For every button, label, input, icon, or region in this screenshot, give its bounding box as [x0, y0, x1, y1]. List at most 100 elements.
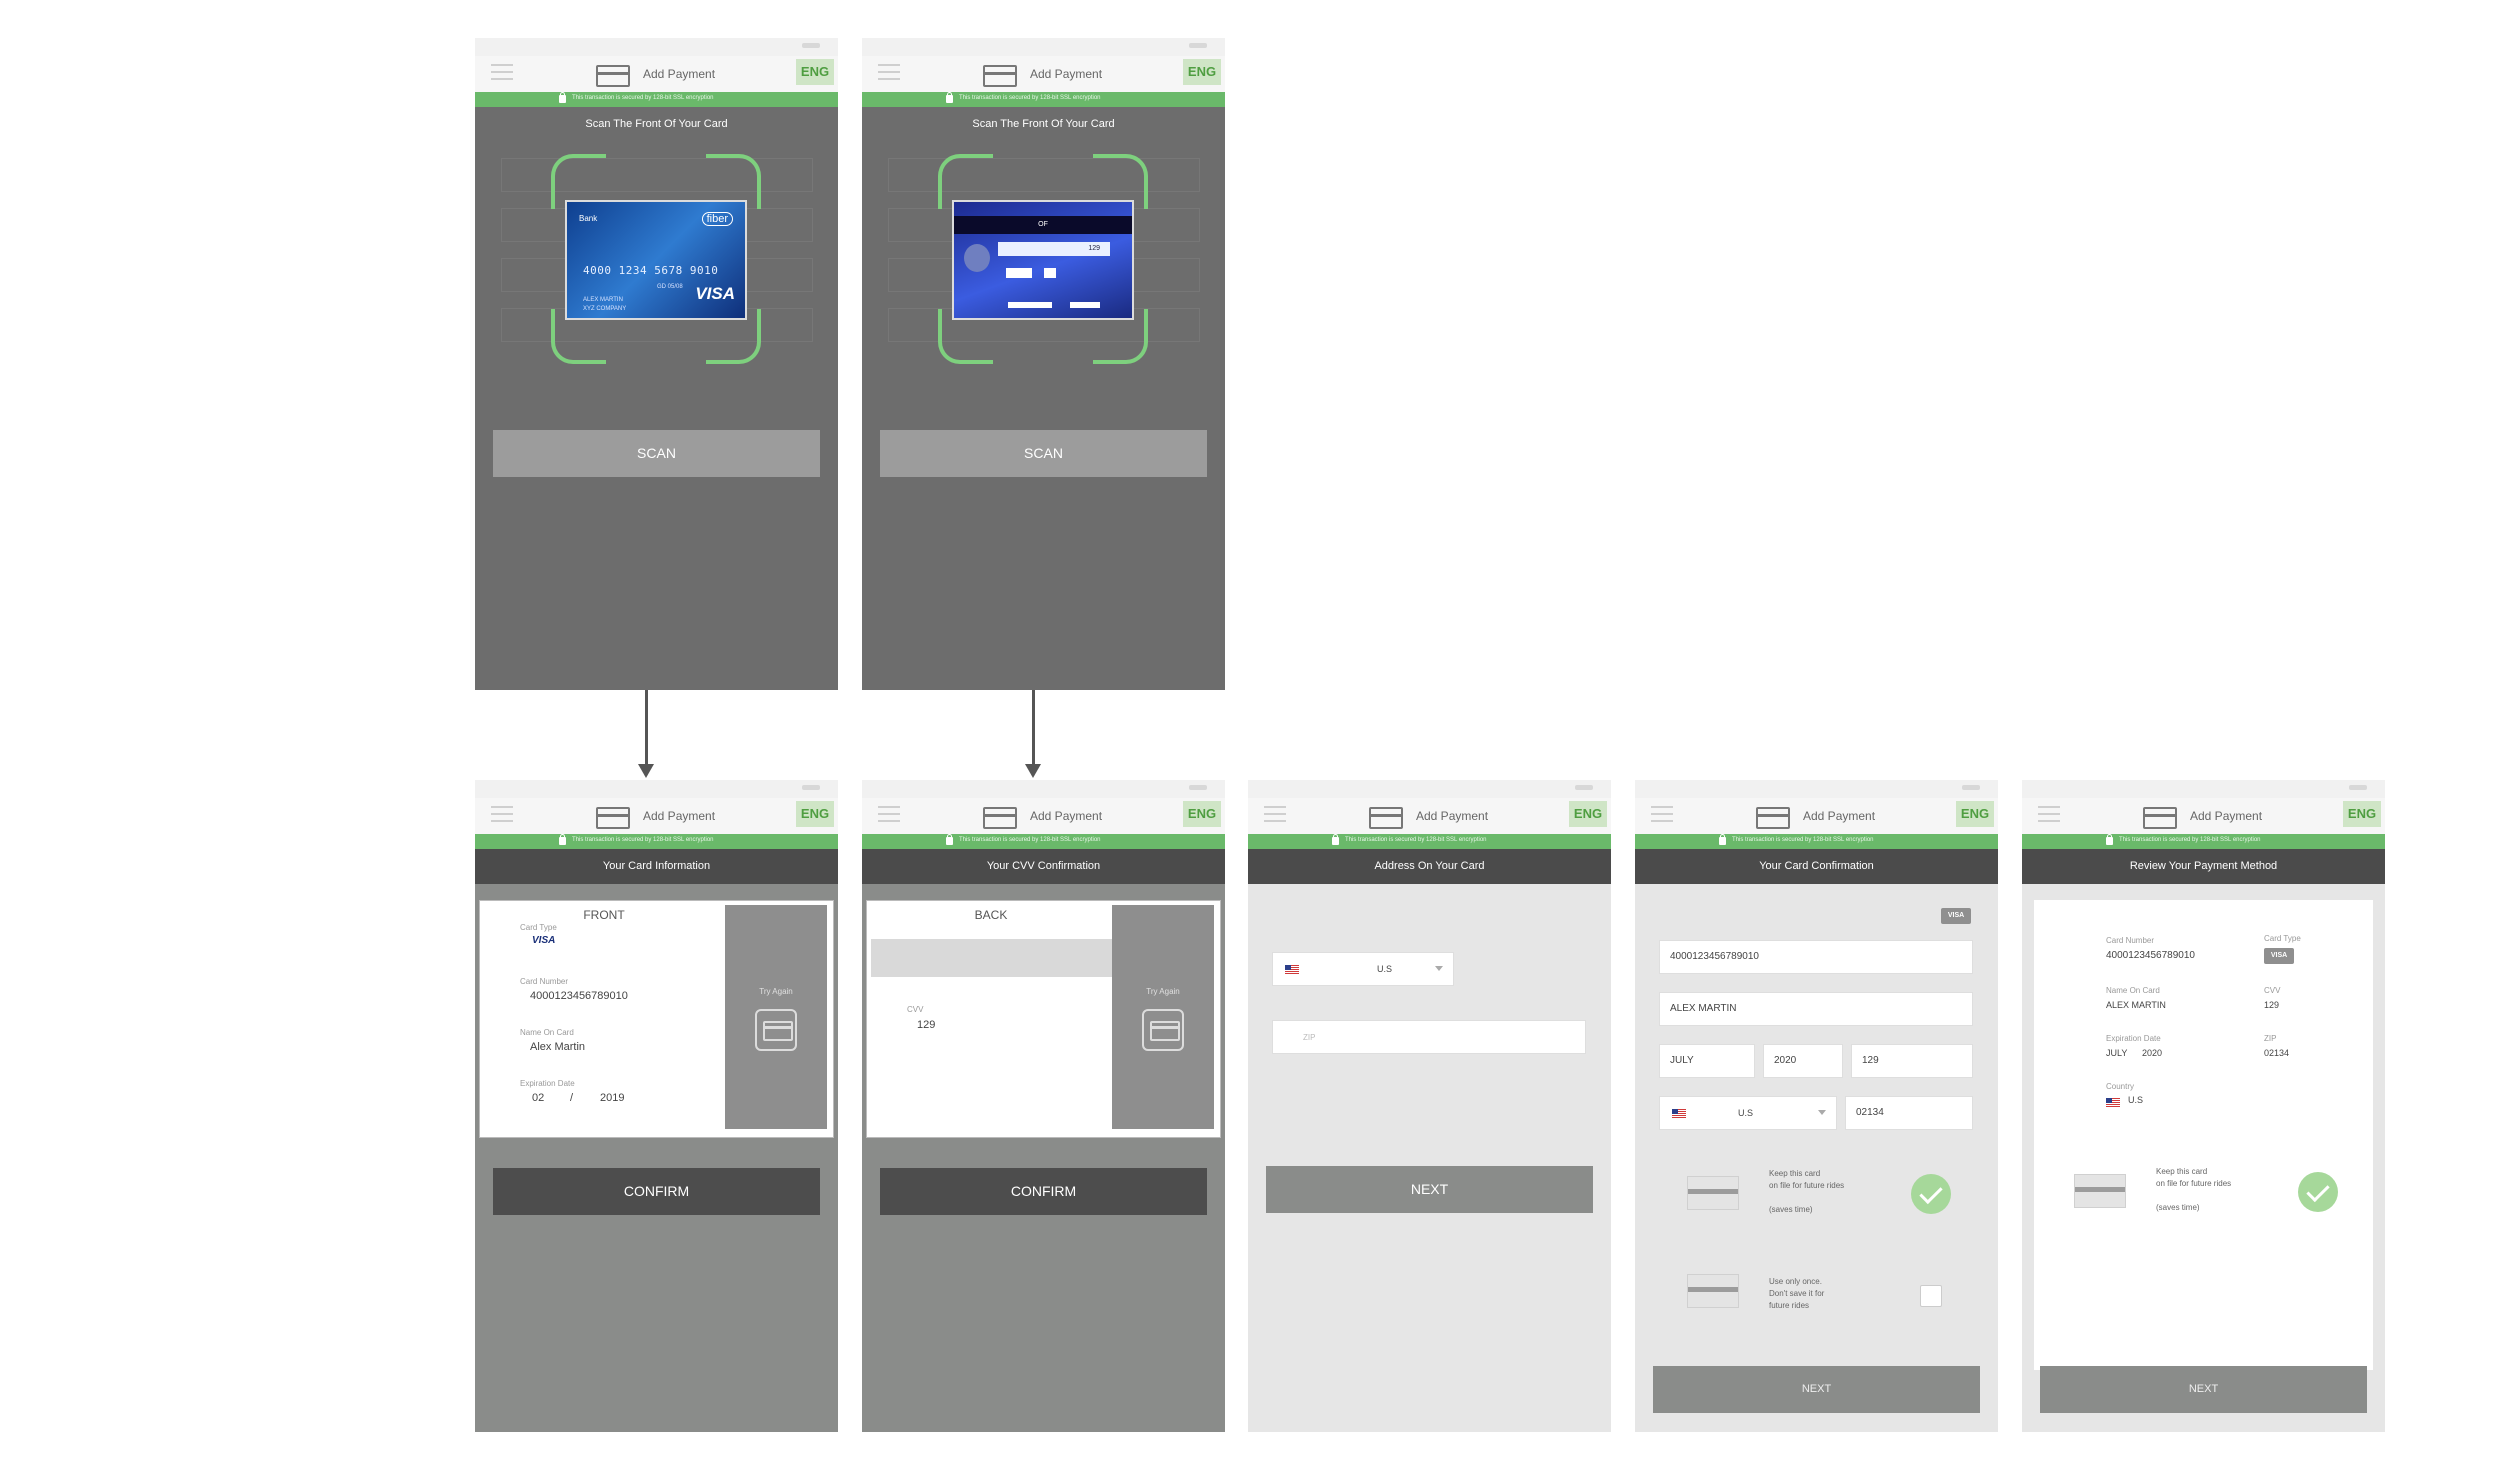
card-number-value[interactable]: 4000123456789010 [530, 990, 628, 1002]
app-bar: Add Payment ENG [862, 798, 1225, 834]
secure-note: This transaction is secured by 128-bit S… [2119, 837, 2261, 843]
month-field[interactable]: JULY [1659, 1044, 1755, 1078]
cvv-value: 129 [1862, 1055, 1879, 1066]
credit-card-icon [596, 65, 630, 87]
language-button[interactable]: ENG [1956, 801, 1994, 827]
next-button[interactable]: NEXT [1266, 1166, 1593, 1213]
panel-side-title: FRONT [583, 908, 625, 922]
status-bar [1248, 780, 1611, 798]
language-button[interactable]: ENG [796, 801, 834, 827]
card-front-image: Bank fiber 4000 1234 5678 9010 GD 05/08 … [565, 200, 747, 320]
lock-icon [559, 834, 566, 845]
language-button[interactable]: ENG [796, 59, 834, 85]
cvv-value: 129 [2264, 1000, 2280, 1010]
magnetic-band [871, 939, 1114, 977]
rescan-card-icon [755, 1009, 797, 1051]
card-number-field[interactable]: 4000123456789010 [1659, 940, 1973, 974]
secure-banner: This transaction is secured by 128-bit S… [862, 834, 1225, 849]
secure-note: This transaction is secured by 128-bit S… [959, 837, 1101, 843]
language-button[interactable]: ENG [1183, 801, 1221, 827]
use-once-text: Use only once. Don't save it for future … [1769, 1277, 1825, 1310]
status-bar [862, 780, 1225, 798]
cvv-label: CVV [2264, 986, 2281, 995]
card-valid: GD 05/08 [657, 284, 683, 290]
section-title: Your CVV Confirmation [862, 849, 1225, 884]
app-bar: Add Payment ENG [1635, 798, 1998, 834]
language-button[interactable]: ENG [1183, 59, 1221, 85]
checkmark-icon [2298, 1172, 2338, 1212]
credit-card-icon [1756, 807, 1790, 829]
year-field[interactable]: 2020 [1763, 1044, 1843, 1078]
name-label: Name On Card [2106, 986, 2160, 995]
country-label: Country [2106, 1082, 2135, 1091]
name-value[interactable]: Alex Martin [530, 1041, 585, 1053]
signal-icon [802, 785, 820, 790]
scan-button[interactable]: SCAN [493, 430, 820, 477]
signal-icon [802, 43, 820, 48]
screen-scan-front: Add Payment ENG This transaction is secu… [475, 38, 838, 690]
zip-input[interactable]: ZIP [1272, 1020, 1586, 1054]
card-type-label: Card Type [2264, 934, 2301, 943]
cvv-panel: BACK CVV 129 Try Again [866, 900, 1221, 1138]
scan-button[interactable]: SCAN [880, 430, 1207, 477]
try-again-button[interactable]: Try Again [725, 905, 827, 1129]
app-bar: Add Payment ENG [1248, 798, 1611, 834]
country-select[interactable]: U.S [1659, 1096, 1837, 1130]
menu-icon[interactable] [491, 64, 513, 80]
expiry-year[interactable]: 2019 [600, 1092, 624, 1104]
expiry-month[interactable]: 02 [532, 1092, 544, 1104]
menu-icon[interactable] [491, 806, 513, 822]
country-select[interactable]: U.S [1272, 952, 1454, 986]
use-once-checkbox[interactable] [1920, 1285, 1942, 1307]
next-button[interactable]: NEXT [2040, 1366, 2367, 1413]
app-title: Add Payment [2190, 809, 2263, 823]
country-value: U.S [2128, 1095, 2144, 1105]
us-flag-icon [2106, 1098, 2120, 1107]
secure-note: This transaction is secured by 128-bit S… [572, 837, 714, 843]
next-button[interactable]: NEXT [1653, 1366, 1980, 1413]
cvv-field[interactable]: 129 [1851, 1044, 1973, 1078]
confirm-button[interactable]: CONFIRM [880, 1168, 1207, 1215]
keep-card-text: Keep this card on file for future rides … [2156, 1167, 2232, 1212]
secure-banner: This transaction is secured by 128-bit S… [2022, 834, 2385, 849]
status-bar [1635, 780, 1998, 798]
menu-icon[interactable] [878, 806, 900, 822]
lock-icon [559, 92, 566, 103]
menu-icon[interactable] [1264, 806, 1286, 822]
secure-banner: This transaction is secured by 128-bit S… [475, 834, 838, 849]
credit-card-icon [983, 807, 1017, 829]
scan-instruction: Scan The Front Of Your Card [972, 118, 1115, 130]
try-again-button[interactable]: Try Again [1112, 905, 1214, 1129]
name-field[interactable]: ALEX MARTIN [1659, 992, 1973, 1026]
rescan-card-icon [1142, 1009, 1184, 1051]
app-title: Add Payment [1030, 809, 1103, 823]
app-title: Add Payment [1030, 67, 1103, 81]
card-bank: Bank [579, 214, 598, 223]
app-title: Add Payment [1803, 809, 1876, 823]
checkmark-icon[interactable] [1911, 1174, 1951, 1214]
lock-icon [1719, 834, 1726, 845]
language-button[interactable]: ENG [1569, 801, 1607, 827]
menu-icon[interactable] [878, 64, 900, 80]
expiry-separator: / [570, 1092, 574, 1104]
section-title: Address On Your Card [1248, 849, 1611, 884]
scan-viewfinder: OF 129 [938, 154, 1148, 364]
language-button[interactable]: ENG [2343, 801, 2381, 827]
screen-card-confirmation: Add Payment ENG This transaction is secu… [1635, 780, 1998, 1432]
screen-scan-back: Add Payment ENG This transaction is secu… [862, 38, 1225, 690]
scan-instruction: Scan The Front Of Your Card [585, 118, 728, 130]
screen-card-information: Add Payment ENG This transaction is secu… [475, 780, 838, 1432]
expiry-label: Expiration Date [520, 1079, 575, 1088]
confirm-button[interactable]: CONFIRM [493, 1168, 820, 1215]
review-panel: Card Number 4000123456789010 Card Type V… [2034, 900, 2373, 1370]
app-bar: Add Payment ENG [475, 56, 838, 92]
credit-card-icon [1369, 807, 1403, 829]
flow-arrow [638, 690, 654, 778]
section-title: Your Card Confirmation [1635, 849, 1998, 884]
zip-field[interactable]: 02134 [1845, 1096, 1973, 1130]
menu-icon[interactable] [2038, 806, 2060, 822]
cvv-value[interactable]: 129 [917, 1019, 935, 1031]
menu-icon[interactable] [1651, 806, 1673, 822]
status-bar [475, 38, 838, 56]
name-value: ALEX MARTIN [1670, 1003, 1737, 1014]
